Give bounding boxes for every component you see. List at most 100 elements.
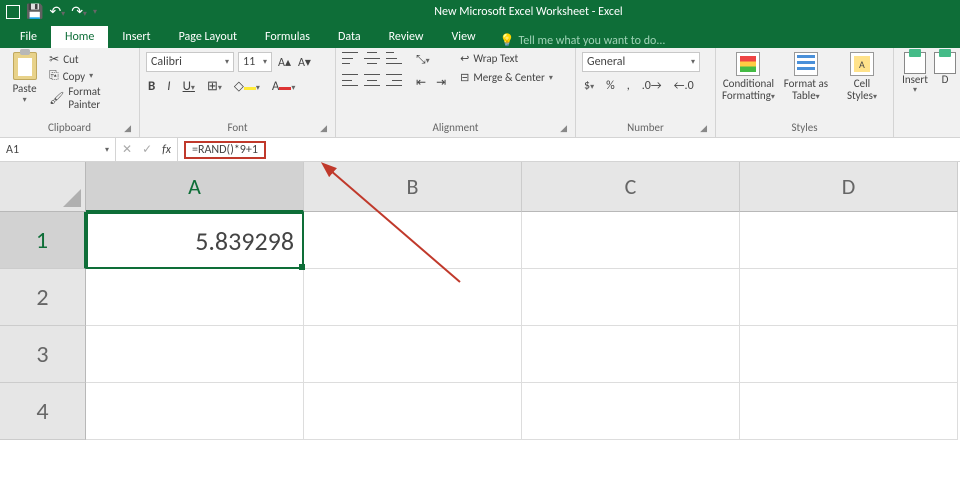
font-size-value: 11 — [243, 55, 255, 69]
alignment-launcher-icon[interactable]: ◢ — [560, 123, 567, 134]
name-box-value: A1 — [6, 143, 19, 157]
percent-button[interactable]: % — [604, 78, 617, 94]
cell-b4[interactable] — [304, 383, 522, 440]
font-color-button[interactable]: A▾ — [270, 78, 298, 95]
column-header-b[interactable]: B — [304, 162, 522, 212]
tab-page-layout[interactable]: Page Layout — [165, 26, 251, 48]
cell-c3[interactable] — [522, 326, 740, 383]
cell-styles-button[interactable]: CellStyles▾ — [837, 52, 887, 102]
merge-icon: ⊟ — [460, 71, 469, 84]
cell-a2[interactable] — [86, 269, 304, 326]
cancel-formula-icon[interactable]: ✕ — [122, 142, 132, 157]
align-top-icon[interactable] — [342, 52, 358, 64]
name-box[interactable]: A1▾ — [0, 138, 116, 161]
align-middle-icon[interactable] — [364, 52, 380, 64]
copy-icon: ⎘ — [49, 69, 59, 83]
cell-a4[interactable] — [86, 383, 304, 440]
formula-bar[interactable]: =RAND()*9+1 — [178, 138, 960, 161]
paste-button[interactable]: Paste ▾ — [6, 52, 43, 105]
tell-me[interactable]: 💡Tell me what you want to do... — [500, 33, 666, 48]
merge-center-button[interactable]: ⊟Merge & Center▾ — [460, 71, 553, 84]
number-format-combo[interactable]: General▾ — [582, 52, 700, 72]
row-header-1[interactable]: 1 — [0, 212, 86, 269]
orientation-icon[interactable]: ⤡▾ — [414, 52, 432, 68]
number-launcher-icon[interactable]: ◢ — [700, 123, 707, 134]
column-header-d[interactable]: D — [740, 162, 958, 212]
align-left-icon[interactable] — [342, 74, 358, 86]
formula-highlight: =RAND()*9+1 — [184, 141, 266, 159]
align-center-icon[interactable] — [364, 74, 380, 86]
redo-icon[interactable]: ↷▾ — [71, 5, 87, 19]
tab-insert[interactable]: Insert — [108, 26, 164, 48]
wrap-text-button[interactable]: ↩Wrap Text — [460, 52, 553, 65]
italic-button[interactable]: I — [165, 78, 172, 95]
enter-formula-icon[interactable]: ✓ — [142, 142, 152, 157]
insert-button[interactable]: Insert▾ — [900, 52, 930, 95]
cell-d1[interactable] — [740, 212, 958, 269]
fill-color-button[interactable]: ◇▾ — [232, 78, 262, 95]
row-header-4[interactable]: 4 — [0, 383, 86, 440]
increase-indent-icon[interactable]: ⇥ — [434, 74, 448, 91]
tab-review[interactable]: Review — [375, 26, 438, 48]
cell-d4[interactable] — [740, 383, 958, 440]
comma-button[interactable]: , — [625, 78, 632, 94]
ribbon-tabs: File Home Insert Page Layout Formulas Da… — [0, 24, 960, 48]
font-launcher-icon[interactable]: ◢ — [320, 123, 327, 134]
align-bottom-icon[interactable] — [386, 52, 402, 64]
cell-d3[interactable] — [740, 326, 958, 383]
row-header-3[interactable]: 3 — [0, 326, 86, 383]
row-2: 2 — [0, 269, 960, 326]
styles-group-label: Styles — [791, 121, 817, 134]
cell-styles-icon — [850, 52, 874, 76]
column-header-c[interactable]: C — [522, 162, 740, 212]
tab-file[interactable]: File — [6, 26, 51, 48]
cell-a3[interactable] — [86, 326, 304, 383]
row-1: 1 5.839298 — [0, 212, 960, 269]
row-header-2[interactable]: 2 — [0, 269, 86, 326]
undo-icon[interactable]: ↶▾ — [49, 5, 65, 19]
align-right-icon[interactable] — [386, 74, 402, 86]
select-all-corner[interactable] — [0, 162, 86, 212]
underline-button[interactable]: U▾ — [181, 78, 197, 95]
row-3: 3 — [0, 326, 960, 383]
column-header-a[interactable]: A — [86, 162, 304, 212]
decrease-indent-icon[interactable]: ⇤ — [414, 74, 428, 91]
cell-d2[interactable] — [740, 269, 958, 326]
font-size-combo[interactable]: 11▾ — [238, 52, 272, 72]
cell-b3[interactable] — [304, 326, 522, 383]
format-as-table-button[interactable]: Format asTable▾ — [781, 52, 831, 102]
font-name-combo[interactable]: Calibri▾ — [146, 52, 234, 72]
alignment-group-label: Alignment — [433, 121, 479, 134]
cell-c2[interactable] — [522, 269, 740, 326]
decrease-font-icon[interactable]: A▾ — [296, 54, 313, 71]
tab-view[interactable]: View — [438, 26, 490, 48]
accounting-button[interactable]: $▾ — [582, 78, 596, 94]
brush-icon: 🖌 — [49, 91, 64, 106]
cell-a1[interactable]: 5.839298 — [86, 212, 304, 269]
cell-b1[interactable] — [304, 212, 522, 269]
delete-button[interactable]: D — [936, 52, 954, 86]
cut-button[interactable]: ✂Cut — [49, 52, 133, 67]
clipboard-group-label: Clipboard — [48, 121, 91, 134]
group-alignment: ⤡▾ ⇤ ⇥ ↩Wrap Text ⊟Merge & Center▾ Align… — [336, 48, 576, 137]
formula-bar-row: A1▾ ✕ ✓ fx =RAND()*9+1 — [0, 138, 960, 162]
increase-font-icon[interactable]: A▴ — [276, 54, 293, 71]
clipboard-launcher-icon[interactable]: ◢ — [124, 123, 131, 134]
conditional-formatting-button[interactable]: ConditionalFormatting▾ — [722, 52, 775, 102]
borders-button[interactable]: ⊞▾ — [205, 78, 224, 95]
cell-c1[interactable] — [522, 212, 740, 269]
save-icon[interactable]: 💾 — [26, 5, 43, 19]
fx-icon[interactable]: fx — [162, 143, 171, 157]
copy-button[interactable]: ⎘Copy▾ — [49, 69, 133, 83]
format-painter-button[interactable]: 🖌Format Painter — [49, 85, 133, 111]
cell-b2[interactable] — [304, 269, 522, 326]
increase-decimal-icon[interactable]: .0→ — [640, 78, 664, 94]
decrease-decimal-icon[interactable]: ←.0 — [672, 78, 696, 94]
window-title: New Microsoft Excel Worksheet - Excel — [97, 5, 960, 19]
cell-c4[interactable] — [522, 383, 740, 440]
tab-home[interactable]: Home — [51, 26, 108, 48]
bold-button[interactable]: B — [146, 78, 157, 95]
tab-data[interactable]: Data — [324, 26, 375, 48]
ribbon: Paste ▾ ✂Cut ⎘Copy▾ 🖌Format Painter Clip… — [0, 48, 960, 138]
tab-formulas[interactable]: Formulas — [251, 26, 324, 48]
